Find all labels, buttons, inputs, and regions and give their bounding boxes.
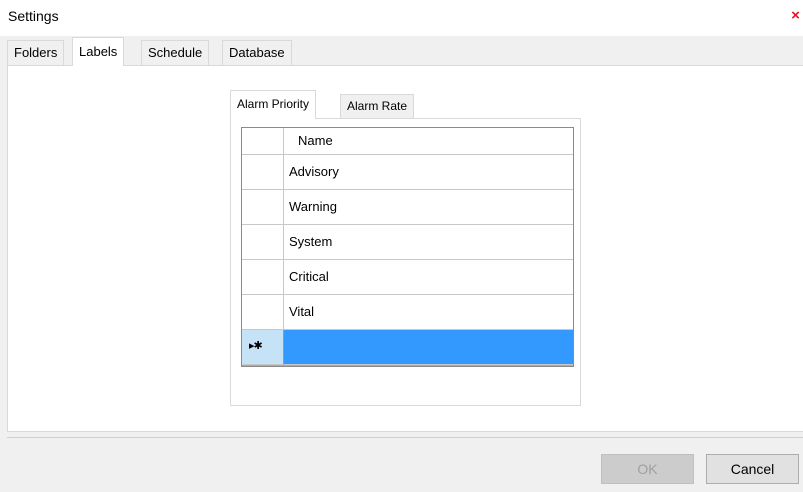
- close-icon[interactable]: ×: [788, 6, 803, 26]
- tab-alarm-rate[interactable]: Alarm Rate: [340, 94, 415, 118]
- grid-header-row: Name: [242, 128, 573, 155]
- tab-labels[interactable]: Labels: [72, 37, 125, 66]
- new-row-indicator-icon: ▸✱: [249, 340, 263, 352]
- window-title: Settings: [8, 8, 59, 24]
- ok-button[interactable]: OK: [601, 454, 694, 484]
- name-cell[interactable]: Critical: [284, 260, 573, 295]
- name-cell[interactable]: Warning: [284, 190, 573, 225]
- tab-database[interactable]: Database: [222, 40, 292, 65]
- new-row[interactable]: ▸✱: [242, 330, 573, 365]
- table-row[interactable]: Warning: [242, 190, 573, 225]
- name-cell[interactable]: Advisory: [284, 155, 573, 190]
- title-bar: Settings ×: [0, 0, 803, 36]
- row-header[interactable]: [242, 295, 284, 330]
- row-header[interactable]: [242, 190, 284, 225]
- grid-corner-header[interactable]: [242, 128, 284, 155]
- alarm-priority-grid[interactable]: Name Advisory Warning System Critical Vi…: [241, 127, 574, 367]
- tab-alarm-priority[interactable]: Alarm Priority: [230, 90, 317, 119]
- table-row[interactable]: System: [242, 225, 573, 260]
- row-header[interactable]: [242, 225, 284, 260]
- tab-folders[interactable]: Folders: [7, 40, 65, 65]
- row-header[interactable]: [242, 260, 284, 295]
- table-row[interactable]: Vital: [242, 295, 573, 330]
- table-row[interactable]: Critical: [242, 260, 573, 295]
- table-row[interactable]: Advisory: [242, 155, 573, 190]
- new-row-name-cell[interactable]: [284, 330, 573, 365]
- tab-schedule[interactable]: Schedule: [141, 40, 210, 65]
- name-cell[interactable]: Vital: [284, 295, 573, 330]
- row-header[interactable]: [242, 155, 284, 190]
- name-cell[interactable]: System: [284, 225, 573, 260]
- column-header-name[interactable]: Name: [284, 128, 573, 155]
- cancel-button[interactable]: Cancel: [706, 454, 799, 484]
- new-row-header[interactable]: ▸✱: [242, 330, 284, 365]
- footer-separator: [7, 437, 803, 438]
